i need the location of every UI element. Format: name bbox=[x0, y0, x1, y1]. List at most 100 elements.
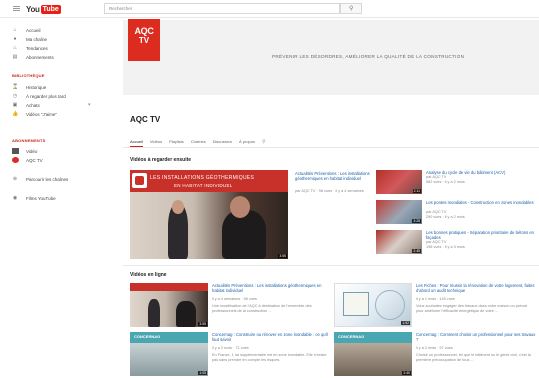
video-thumbnail[interactable]: 2:45 bbox=[376, 230, 422, 254]
video-thumbnail[interactable]: 1:52 bbox=[334, 283, 412, 327]
chevron-down-icon[interactable]: ▾ bbox=[88, 102, 91, 108]
search-input[interactable]: Rechercher bbox=[104, 3, 340, 14]
video-channel: par AQC TV bbox=[426, 240, 447, 244]
tab-about[interactable]: À propos bbox=[239, 139, 255, 145]
video-thumbnail[interactable]: CONCERNAG 1:05 bbox=[130, 332, 208, 376]
flame-icon: ♨ bbox=[12, 45, 18, 51]
person-icon: ● bbox=[13, 36, 17, 42]
video-duration: 2:11 bbox=[412, 189, 421, 193]
person-head bbox=[172, 200, 184, 214]
video-stats: 582 vues · il y a 2 mois bbox=[426, 180, 465, 184]
aqc-logo-icon bbox=[132, 173, 147, 188]
sidebar-item-trending[interactable]: ♨ Tendances bbox=[13, 44, 48, 52]
sidebar-item-sub-video[interactable]: Vidéo bbox=[12, 147, 38, 155]
person-figure bbox=[148, 299, 160, 327]
sidebar-item-label: Vidéos "J'aime" bbox=[26, 111, 57, 117]
subscriptions-heading: ABONNEMENTS bbox=[12, 138, 46, 143]
video-duration: 3:28 bbox=[412, 219, 421, 223]
section-title-online: Vidéos en ligne bbox=[130, 272, 167, 278]
video-stats: il y a 1 mois · 145 vues bbox=[416, 297, 455, 301]
clock-icon: ◷ bbox=[12, 93, 18, 99]
illustration-house bbox=[343, 292, 369, 316]
video-title[interactable]: Les pontes mondiales - Construction en z… bbox=[426, 200, 536, 205]
purchase-icon: ▣ bbox=[12, 102, 18, 108]
sidebar-item-films[interactable]: ◉ Films YouTube bbox=[13, 194, 56, 202]
sidebar-item-label: À regarder plus tard bbox=[26, 93, 66, 99]
video-stats: il y a 2 mois · 97 vues bbox=[416, 346, 453, 350]
tabs-divider bbox=[123, 147, 539, 148]
sidebar-item-browse-channels[interactable]: ⊕ Parcourir les chaînes bbox=[13, 175, 68, 183]
video-title[interactable]: Les Fiches : Pour réussir la rénovation … bbox=[416, 283, 536, 293]
video-title[interactable]: Actualités Préventions : Les installatio… bbox=[212, 283, 330, 293]
sidebar-item-subscriptions[interactable]: ▤ Abonnements bbox=[13, 53, 54, 61]
video-title[interactable]: Concernag : Construire ou rénover en zon… bbox=[212, 332, 330, 342]
tab-home[interactable]: Accueil bbox=[130, 139, 143, 147]
top-bar: You Tube Rechercher ⚲ bbox=[0, 0, 539, 18]
featured-video-title[interactable]: Actualités Préventions : Les installatio… bbox=[295, 171, 373, 181]
section-divider bbox=[123, 265, 539, 266]
menu-icon[interactable] bbox=[13, 6, 20, 11]
person-figure bbox=[222, 210, 266, 259]
video-description: Une modélisation de l'AQC à destination … bbox=[212, 304, 312, 313]
video-duration: 2:40 bbox=[402, 371, 411, 375]
sidebar-item-label: Tendances bbox=[26, 45, 48, 51]
section-title-watch-next: Vidéos à regarder ensuite bbox=[130, 157, 192, 163]
featured-video-player[interactable]: LES INSTALLATIONS GÉOTHERMIQUES EN HABIT… bbox=[130, 170, 288, 259]
search-placeholder: Rechercher bbox=[109, 6, 133, 11]
sidebar-item-home[interactable]: ⌂ Accueil bbox=[13, 26, 41, 34]
video-description: Choisir un professionnel, tel que le bât… bbox=[416, 353, 531, 362]
sidebar-item-purchases[interactable]: ▣ Achats ▾ bbox=[13, 101, 91, 109]
video-channel: par AQC TV bbox=[426, 175, 447, 179]
channel-logo-line2: TV bbox=[138, 36, 150, 45]
video-channel: par AQC TV bbox=[426, 210, 447, 214]
person-head bbox=[230, 196, 250, 218]
plus-circle-icon: ⊕ bbox=[12, 176, 18, 182]
featured-video-meta: par AQC TV · 96 vues · il y a 4 semaines bbox=[295, 189, 364, 193]
channel-avatar bbox=[12, 157, 19, 163]
channel-logo-line1: AQC bbox=[134, 26, 154, 36]
sidebar-item-my-channel[interactable]: ● Ma chaîne bbox=[13, 35, 47, 43]
search-icon[interactable]: ⚲ bbox=[262, 139, 266, 145]
person-figure bbox=[176, 301, 196, 327]
video-description: Vous souhaitez engager des travaux dans … bbox=[416, 304, 528, 313]
video-duration: 1:52 bbox=[401, 321, 410, 325]
sidebar-item-label: Films YouTube bbox=[26, 195, 56, 201]
sidebar: ⌂ Accueil ● Ma chaîne ♨ Tendances ▤ Abon… bbox=[0, 18, 113, 378]
video-duration: 3:55 bbox=[198, 322, 207, 326]
video-title[interactable]: Les bonnes pratiques - Séparation priori… bbox=[426, 230, 536, 240]
tab-videos[interactable]: Vidéos bbox=[150, 139, 162, 145]
thumbnail-label: CONCERNAG bbox=[338, 334, 365, 339]
history-icon: ⌛ bbox=[12, 84, 19, 90]
sidebar-item-label: Accueil bbox=[26, 27, 41, 33]
search-button[interactable]: ⚲ bbox=[340, 3, 362, 14]
sidebar-item-label: Vidéo bbox=[26, 148, 38, 154]
home-icon: ⌂ bbox=[13, 27, 17, 33]
video-thumbnail[interactable]: 3:55 bbox=[130, 283, 208, 327]
video-description: En France, 1 ha supplémentaire est en zo… bbox=[212, 353, 327, 362]
video-thumbnail[interactable]: 3:28 bbox=[376, 200, 422, 224]
sidebar-item-history[interactable]: ⌛ Historique bbox=[12, 83, 46, 91]
sidebar-item-watch-later[interactable]: ◷ À regarder plus tard bbox=[13, 92, 66, 100]
featured-overlay-line1: LES INSTALLATIONS GÉOTHERMIQUES bbox=[150, 175, 255, 181]
video-title[interactable]: Concernag : Comment choisir un professio… bbox=[416, 332, 536, 342]
sidebar-item-label: AQC TV bbox=[26, 157, 43, 163]
channel-avatar bbox=[12, 148, 19, 154]
video-thumbnail[interactable]: 2:11 bbox=[376, 170, 422, 194]
library-heading: BIBLIOTHÈQUE bbox=[12, 73, 45, 78]
tab-channels[interactable]: Chaînes bbox=[191, 139, 206, 145]
search-icon: ⚲ bbox=[349, 6, 354, 12]
video-duration: 2:45 bbox=[412, 249, 421, 253]
youtube-logo[interactable]: You Tube bbox=[26, 4, 61, 14]
video-stats: il y a 4 semaines · 96 vues bbox=[212, 297, 257, 301]
tab-discussion[interactable]: Discussion bbox=[213, 139, 232, 145]
channel-logo[interactable]: AQC TV bbox=[128, 19, 160, 61]
video-thumbnail[interactable]: CONCERNAG 2:40 bbox=[334, 332, 412, 376]
sidebar-item-label: Achats bbox=[26, 102, 40, 108]
tab-playlists[interactable]: Playlists bbox=[169, 139, 184, 145]
sidebar-item-sub-aqctv[interactable]: AQC TV bbox=[12, 156, 43, 164]
video-stats: il y a 2 mois · 71 vues bbox=[212, 346, 249, 350]
film-icon: ◉ bbox=[12, 195, 18, 201]
channel-tagline: PRÉVENIR LES DÉSORDRES, AMÉLIORER LA QUA… bbox=[272, 54, 465, 59]
sidebar-item-liked[interactable]: 👍 Vidéos "J'aime" bbox=[12, 110, 57, 118]
thumbnail-label: CONCERNAG bbox=[134, 334, 161, 339]
